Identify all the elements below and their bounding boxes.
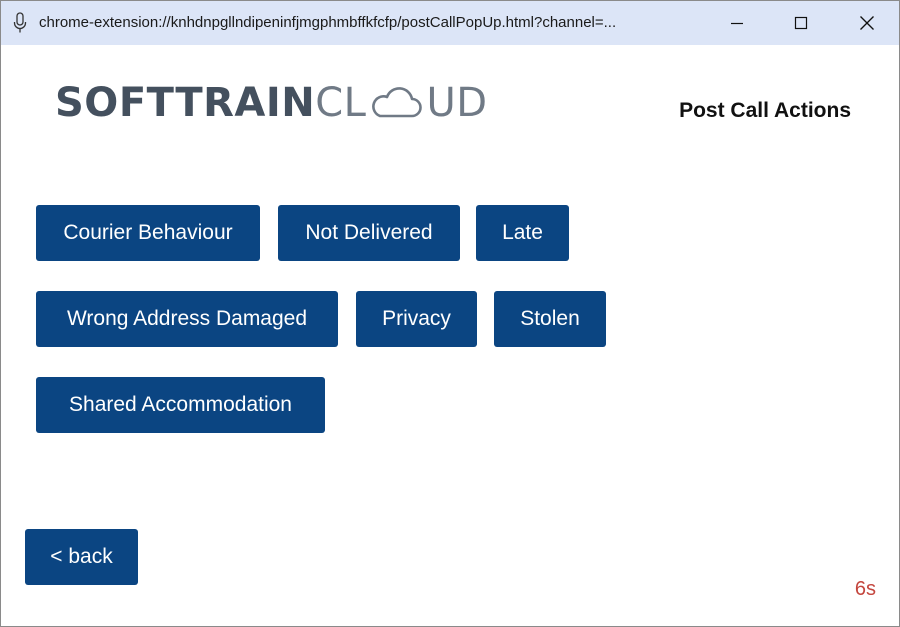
logo-light-text-2: UD [426, 80, 488, 126]
popup-window: chrome-extension://knhdnpgllndipeninfjmg… [0, 0, 900, 627]
wrong-address-damaged-button[interactable]: Wrong Address Damaged [36, 291, 338, 347]
countdown-timer: 6s [854, 578, 876, 600]
title-bar[interactable]: chrome-extension://knhdnpgllndipeninfjmg… [1, 1, 899, 45]
cloud-icon [372, 87, 423, 118]
page-title: Post Call Actions [679, 99, 851, 122]
not-delivered-button[interactable]: Not Delivered [278, 205, 460, 261]
logo-light-text-1: CL [315, 80, 367, 126]
late-button[interactable]: Late [476, 205, 569, 261]
softtraincloud-logo: SOFTTRAIN CL UD [55, 80, 488, 126]
microphone-icon [13, 12, 27, 33]
shared-accommodation-button[interactable]: Shared Accommodation [36, 377, 325, 433]
window-title-url: chrome-extension://knhdnpgllndipeninfjmg… [39, 14, 617, 31]
courier-behaviour-button[interactable]: Courier Behaviour [36, 205, 260, 261]
maximize-button[interactable] [769, 1, 833, 45]
close-icon [860, 16, 874, 30]
minimize-icon [731, 22, 743, 25]
privacy-button[interactable]: Privacy [356, 291, 477, 347]
logo-bold-text: SOFTTRAIN [55, 80, 316, 126]
back-button[interactable]: < back [25, 529, 138, 585]
stolen-button[interactable]: Stolen [494, 291, 606, 347]
minimize-button[interactable] [705, 1, 769, 45]
close-button[interactable] [835, 1, 899, 45]
maximize-icon [794, 16, 808, 30]
